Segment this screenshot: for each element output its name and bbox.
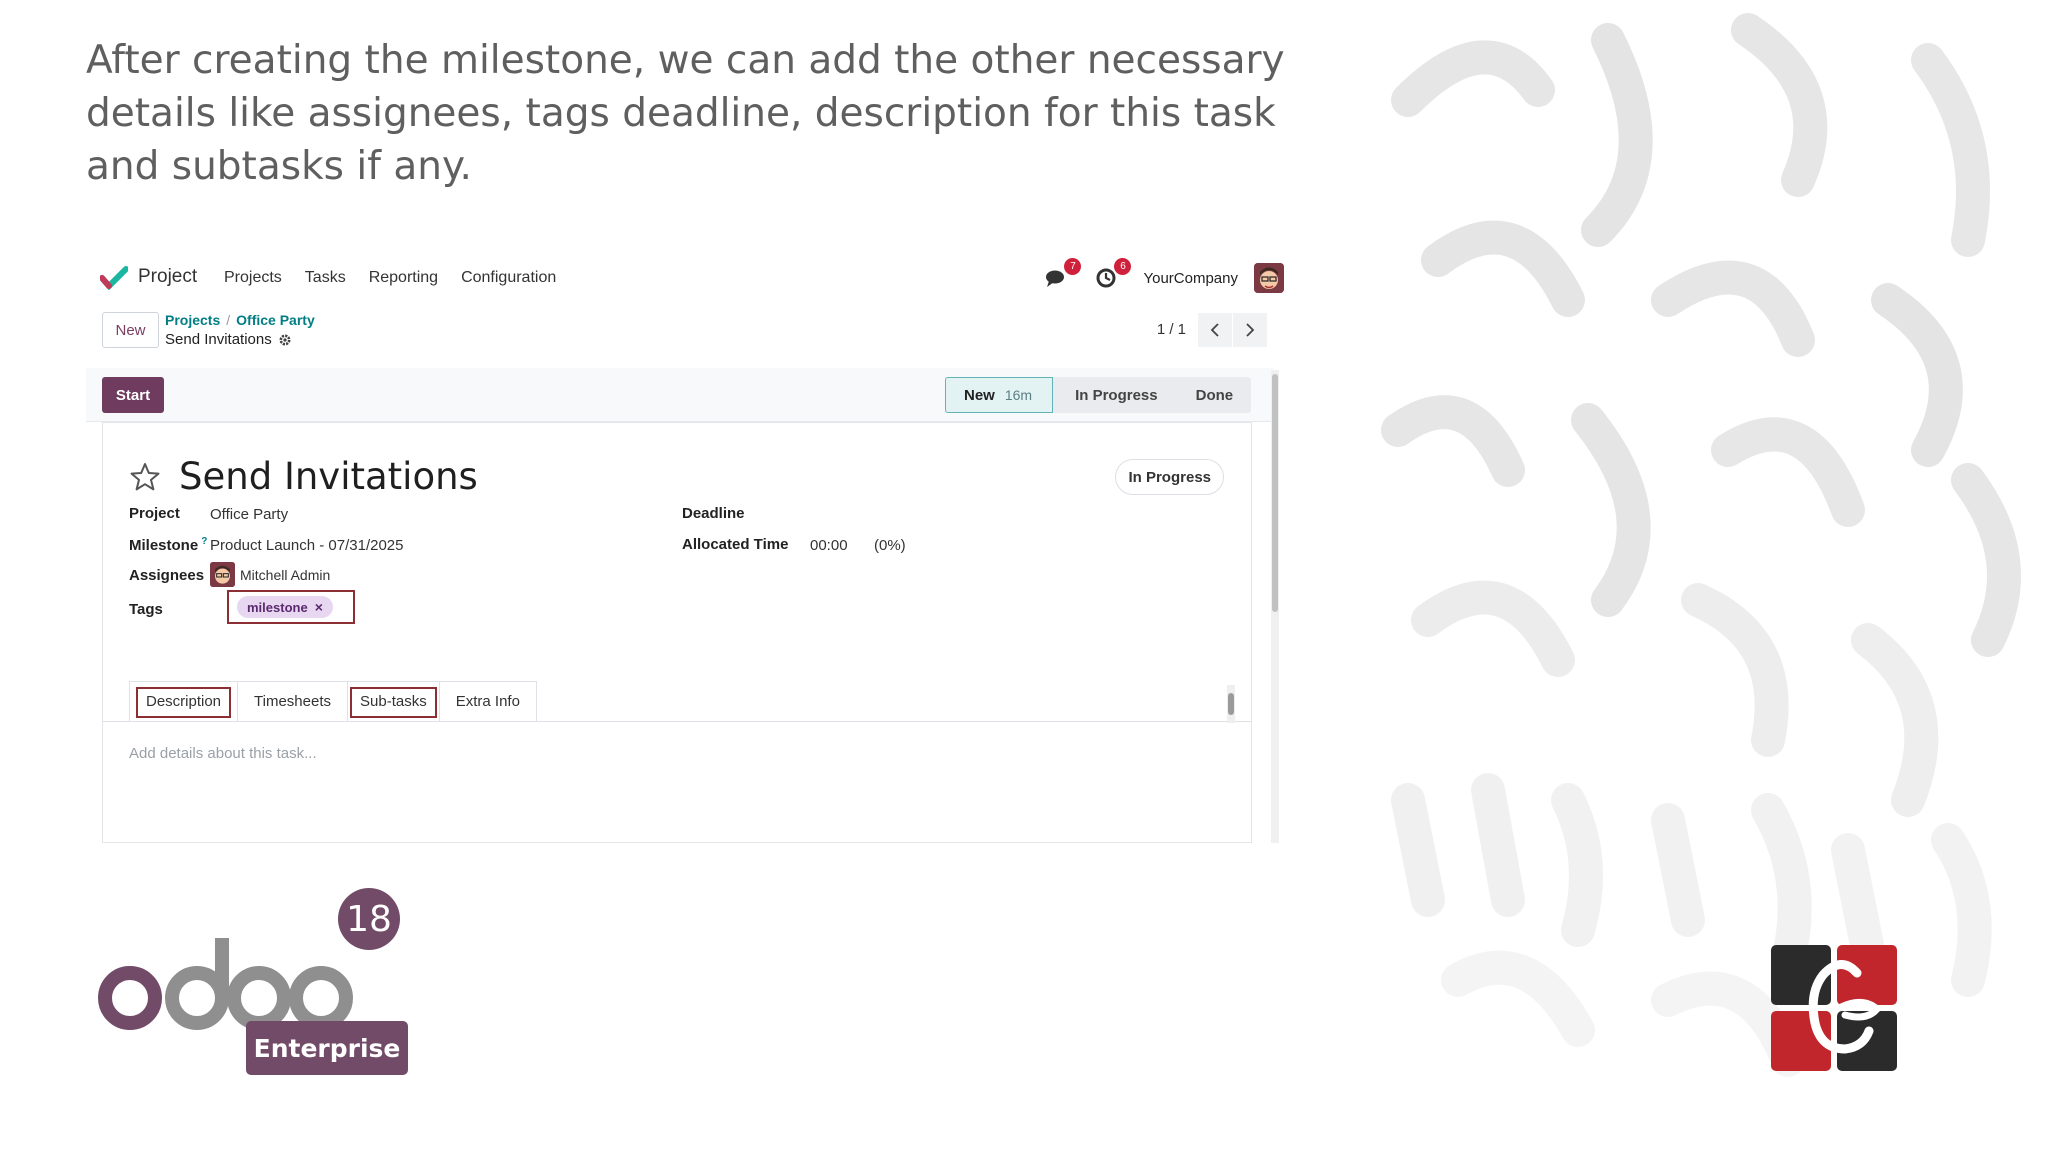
tags-field[interactable]: milestone × xyxy=(227,590,355,624)
stage-in-progress-label: In Progress xyxy=(1075,386,1158,404)
breadcrumb-current: Send Invitations xyxy=(165,331,292,348)
stage-new[interactable]: New 16m xyxy=(945,377,1054,413)
tab-extra-info[interactable]: Extra Info xyxy=(438,681,537,721)
task-state-button[interactable]: In Progress xyxy=(1115,459,1224,495)
pager-value[interactable]: 1 / 1 xyxy=(1157,321,1186,338)
stage-selector: New 16m In Progress Done xyxy=(945,377,1252,413)
stage-done[interactable]: Done xyxy=(1175,377,1252,413)
breadcrumb: Projects / Office Party xyxy=(165,312,315,328)
top-navbar: Project Projects Tasks Reporting Configu… xyxy=(86,250,1284,306)
assignee-avatar xyxy=(210,562,235,587)
assignee-name: Mitchell Admin xyxy=(240,566,331,583)
project-label: Project xyxy=(129,505,180,522)
odoo-version-badge: 18 xyxy=(338,888,400,950)
menu-projects[interactable]: Projects xyxy=(224,269,282,287)
slide-caption: After creating the milestone, we can add… xyxy=(86,38,1285,189)
stage-done-label: Done xyxy=(1195,386,1234,404)
breadcrumb-projects[interactable]: Projects xyxy=(165,312,220,328)
tab-extra-info-label: Extra Info xyxy=(455,693,520,710)
new-button[interactable]: New xyxy=(102,312,159,348)
odoo-screenshot: Project Projects Tasks Reporting Configu… xyxy=(86,250,1284,843)
start-button[interactable]: Start xyxy=(102,377,164,413)
pager-previous-button[interactable] xyxy=(1198,313,1232,347)
notebook-tabs: Description Timesheets Sub-tasks Extra I… xyxy=(129,681,537,721)
app-name[interactable]: Project xyxy=(138,266,197,288)
project-field[interactable]: Office Party xyxy=(210,506,288,523)
allocated-time-field[interactable]: 00:00 xyxy=(810,537,848,554)
systray: 7 6 YourCompany xyxy=(1043,258,1284,296)
tabs-scrollbar[interactable] xyxy=(1227,685,1235,723)
messages-badge: 7 xyxy=(1064,258,1082,275)
stage-new-label: New xyxy=(964,386,995,404)
breadcrumb-separator: / xyxy=(226,312,231,328)
assignees-label: Assignees xyxy=(129,567,205,584)
project-app-icon[interactable] xyxy=(100,266,128,290)
description-editor[interactable]: Add details about this task... xyxy=(129,745,317,762)
control-panel: New Projects / Office Party Send Invitatio… xyxy=(86,306,1284,358)
allocated-time-percent: (0%) xyxy=(874,537,906,554)
odoo-wordmark xyxy=(98,938,353,1030)
star-icon[interactable] xyxy=(129,461,161,493)
user-avatar[interactable] xyxy=(1254,263,1284,293)
status-bar: Start New 16m In Progress Done xyxy=(86,368,1274,422)
menu-tasks[interactable]: Tasks xyxy=(305,269,346,287)
decorative-pattern xyxy=(1368,0,2048,1152)
main-menu: Projects Tasks Reporting Configuration xyxy=(224,269,579,287)
deadline-label: Deadline xyxy=(682,505,745,522)
chevron-left-icon xyxy=(1210,323,1219,337)
tab-sub-tasks[interactable]: Sub-tasks xyxy=(347,681,440,721)
messages-button[interactable]: 7 xyxy=(1043,258,1082,292)
chevron-right-icon xyxy=(1246,323,1255,337)
tags-label: Tags xyxy=(129,601,163,618)
milestone-label: Milestone? xyxy=(129,536,207,554)
menu-configuration[interactable]: Configuration xyxy=(461,269,556,287)
activities-button[interactable]: 6 xyxy=(1093,258,1132,292)
tab-timesheets-label: Timesheets xyxy=(254,693,332,710)
tag-label: milestone xyxy=(247,599,308,615)
pager-next-button[interactable] xyxy=(1233,313,1267,347)
breadcrumb-office-party[interactable]: Office Party xyxy=(236,312,315,328)
title-row: Send Invitations xyxy=(129,455,478,498)
tab-timesheets[interactable]: Timesheets xyxy=(237,681,349,721)
menu-reporting[interactable]: Reporting xyxy=(369,269,438,287)
form-scrollbar[interactable] xyxy=(1271,370,1279,843)
company-switcher[interactable]: YourCompany xyxy=(1143,270,1238,287)
milestone-label-text: Milestone xyxy=(129,537,199,554)
gear-icon[interactable] xyxy=(278,333,292,347)
milestone-field[interactable]: Product Launch - 07/31/2025 xyxy=(210,537,403,554)
stage-in-progress[interactable]: In Progress xyxy=(1053,377,1176,413)
tab-divider xyxy=(103,721,1251,722)
stage-duration: 16m xyxy=(1004,387,1033,403)
tag-remove-icon[interactable]: × xyxy=(315,599,323,615)
activities-badge: 6 xyxy=(1114,258,1132,275)
tab-sub-tasks-highlight xyxy=(350,687,437,718)
brand-logo xyxy=(1771,945,1897,1071)
breadcrumb-current-label: Send Invitations xyxy=(165,331,272,348)
milestone-help-icon[interactable]: ? xyxy=(201,536,207,547)
allocated-time-label: Allocated Time xyxy=(682,536,789,553)
odoo-logo: 18 Enterprise xyxy=(96,888,416,1078)
assignees-field[interactable]: Mitchell Admin xyxy=(210,562,330,587)
form-sheet: Send Invitations In Progress Project Off… xyxy=(102,422,1252,843)
task-title[interactable]: Send Invitations xyxy=(179,455,478,498)
tab-description[interactable]: Description xyxy=(129,681,239,721)
enterprise-label: Enterprise xyxy=(246,1021,408,1075)
tab-description-highlight xyxy=(136,687,232,718)
tag-badge: milestone × xyxy=(237,596,333,618)
